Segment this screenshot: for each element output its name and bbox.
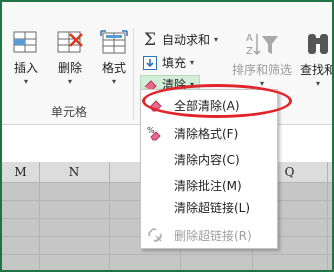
- fill-button[interactable]: 填充 ▾: [142, 54, 194, 71]
- find-select-label: 查找和: [299, 63, 334, 77]
- sort-filter-button[interactable]: A Z 排序和筛选 ▾: [230, 30, 294, 88]
- menu-item-label: 删除超链接(R): [174, 228, 252, 243]
- group-divider: [133, 28, 134, 120]
- delete-dropdown-icon[interactable]: ▾: [68, 78, 72, 86]
- column-header[interactable]: M: [2, 162, 39, 182]
- delete-button[interactable]: 删除 ▾: [50, 30, 90, 86]
- menu-item-clear-formats[interactable]: % 清除格式(F): [141, 122, 277, 144]
- sort-filter-icon: A Z: [246, 33, 278, 57]
- menu-item-label: 清除超链接(L): [174, 200, 251, 215]
- cells-group-label: 单元格: [51, 105, 88, 119]
- insert-cells-icon: [13, 31, 37, 53]
- remove-hyperlink-icon: [147, 227, 163, 243]
- sigma-icon: Σ: [143, 29, 157, 50]
- format-cells-icon: [100, 30, 128, 54]
- format-dropdown-icon[interactable]: ▾: [112, 78, 116, 86]
- menu-item-label: 清除内容(C): [174, 152, 240, 167]
- format-label: 格式: [101, 61, 126, 75]
- menu-item-label: 清除批注(M): [174, 178, 242, 193]
- gridline: [2, 254, 332, 255]
- svg-text:A: A: [246, 33, 253, 44]
- highlight-ellipse: [142, 84, 292, 118]
- delete-cells-icon: [57, 31, 83, 53]
- menu-item-clear-comments[interactable]: 清除批注(M): [141, 174, 277, 196]
- column-header[interactable]: N: [39, 162, 109, 182]
- insert-button[interactable]: 插入 ▾: [6, 30, 46, 86]
- autosum-label: 自动求和: [162, 33, 211, 47]
- menu-item-label: 清除格式(F): [174, 126, 239, 141]
- excel-window: 插入 ▾ 删除 ▾ 格式 ▾ 单元格 Σ 自动求和 ▾ 填充 ▾ 清除 ▾ A …: [0, 0, 334, 272]
- insert-label: 插入: [13, 61, 38, 75]
- insert-dropdown-icon[interactable]: ▾: [24, 78, 28, 86]
- format-button[interactable]: 格式 ▾: [94, 30, 134, 86]
- fill-dropdown-icon[interactable]: ▾: [190, 58, 194, 67]
- menu-item-clear-contents[interactable]: 清除内容(C): [141, 148, 277, 170]
- find-select-dropdown-icon[interactable]: ▾: [316, 80, 320, 88]
- binoculars-icon: [308, 34, 328, 54]
- sort-filter-label: 排序和筛选: [231, 63, 292, 77]
- svg-text:Z: Z: [246, 46, 253, 57]
- menu-item-clear-hyperlinks[interactable]: 清除超链接(L): [141, 196, 277, 218]
- menu-item-remove-hyperlinks: 删除超链接(R): [141, 224, 277, 246]
- fill-down-icon: [142, 55, 158, 71]
- delete-label: 删除: [57, 61, 82, 75]
- autosum-dropdown-icon[interactable]: ▾: [214, 35, 218, 44]
- clear-formats-icon: %: [147, 125, 163, 141]
- find-select-button[interactable]: 查找和 ▾: [294, 30, 334, 88]
- fill-label: 填充: [162, 56, 187, 70]
- autosum-button[interactable]: Σ 自动求和 ▾: [142, 29, 218, 50]
